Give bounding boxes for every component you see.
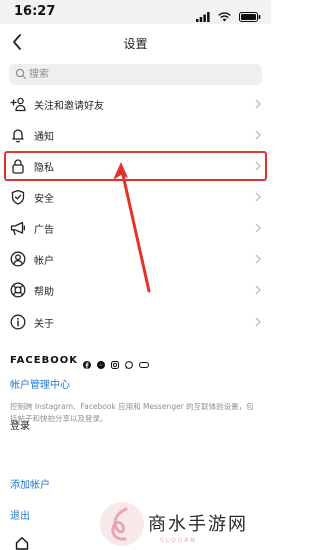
accounts-center-link[interactable]: 帐户管理中心 [10, 376, 70, 391]
lifebuoy-icon [10, 282, 26, 298]
accounts-center-description: 控制跨 Instagram、Facebook 应用和 Messenger 的互联… [10, 402, 254, 423]
bell-icon [12, 129, 24, 143]
menu-item-about[interactable]: 关于 [0, 308, 271, 336]
menu-item-ads[interactable]: 广告 [0, 214, 271, 242]
shield-icon [11, 189, 25, 205]
whatsapp-icon [125, 360, 134, 369]
page-title: 设置 [123, 37, 148, 51]
logout-link[interactable]: 退出 [10, 507, 30, 522]
portal-icon [139, 361, 150, 368]
privacy-highlight-box [4, 151, 267, 181]
chevron-right-icon [255, 285, 261, 295]
facebook-app-icons [83, 354, 150, 373]
facebook-icon [83, 360, 91, 369]
chevron-right-icon [255, 317, 261, 327]
info-icon [10, 314, 26, 330]
menu-item-help[interactable]: 帮助 [0, 276, 271, 304]
status-bar: 16:27 [0, 0, 271, 24]
chevron-right-icon [255, 254, 261, 264]
battery-icon [239, 11, 261, 22]
chevron-right-icon [255, 223, 261, 233]
account-icon [10, 251, 26, 267]
chevron-right-icon [255, 192, 261, 202]
status-icons [193, 6, 261, 25]
menu-item-label: 帐户 [34, 256, 54, 267]
menu-item-label: 关注和邀请好友 [34, 101, 104, 112]
menu-item-notifications[interactable]: 通知 [0, 121, 271, 149]
add-person-icon [10, 97, 26, 112]
nav-bar: 设置 [0, 26, 271, 58]
watermark-sub: SLOGAN [160, 537, 197, 544]
home-icon[interactable] [15, 536, 29, 550]
login-heading: 登录 [10, 421, 30, 432]
instagram-icon [111, 360, 120, 369]
menu-item-label: 通知 [34, 132, 54, 143]
chevron-right-icon [255, 99, 261, 109]
search-icon [15, 68, 27, 80]
menu-item-label: 安全 [34, 194, 54, 205]
menu-item-label: 关于 [34, 319, 54, 330]
wifi-icon [218, 11, 231, 21]
watermark-text: 商水手游网 [148, 514, 248, 535]
menu-item-label: 帮助 [34, 287, 54, 298]
facebook-brand: FACEBOOK [10, 355, 78, 366]
signal-icon [195, 11, 210, 22]
messenger-icon [97, 360, 106, 369]
menu-item-account[interactable]: 帐户 [0, 245, 271, 273]
chevron-right-icon [255, 130, 261, 140]
menu-item-follow-invite[interactable]: 关注和邀请好友 [0, 90, 271, 118]
menu-item-label: 广告 [34, 225, 54, 236]
search-input[interactable] [29, 66, 249, 83]
status-time: 16:27 [14, 4, 56, 19]
megaphone-icon [10, 221, 25, 236]
search-bar[interactable] [9, 64, 262, 85]
menu-item-security[interactable]: 安全 [0, 183, 271, 211]
add-account-link[interactable]: 添加帐户 [10, 476, 50, 491]
